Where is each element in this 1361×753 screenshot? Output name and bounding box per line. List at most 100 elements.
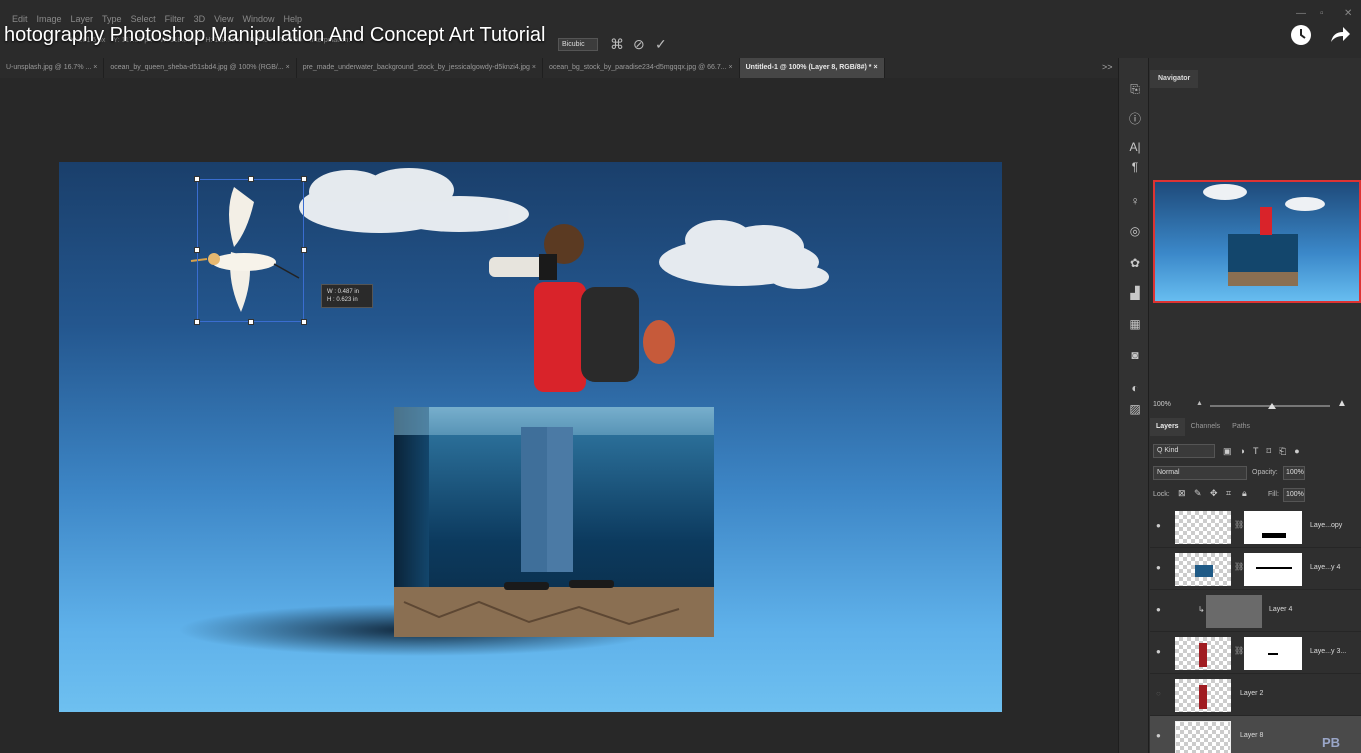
filter-toggle-icon[interactable]: ● (1294, 446, 1299, 456)
tab-ocean-sheba[interactable]: ocean_by_queen_sheba-d51sbd4.jpg @ 100% … (104, 58, 297, 78)
lock-artboard-icon[interactable]: ⌗ (1226, 488, 1231, 499)
menu-select[interactable]: Select (131, 14, 156, 24)
menu-edit[interactable]: Edit (12, 14, 28, 24)
mask-link-icon[interactable]: ⛓︎ (1234, 646, 1244, 655)
shape-filter-icon[interactable]: ⌑ (1266, 446, 1271, 457)
swatches-icon[interactable]: ▦ (1127, 317, 1143, 331)
properties-icon[interactable]: ◙ (1127, 348, 1143, 362)
layer-name[interactable]: Layer 4 (1269, 606, 1292, 613)
watch-later-icon[interactable] (1290, 24, 1312, 46)
visibility-eye-icon[interactable]: ● (1156, 521, 1161, 530)
layer-name[interactable]: Laye...y 4 (1310, 564, 1340, 571)
pixel-filter-icon[interactable]: ▣ (1223, 446, 1232, 457)
color-icon[interactable]: ✿ (1127, 256, 1143, 270)
cancel-icon[interactable]: ⊘ (633, 36, 645, 53)
warp-icon[interactable]: ⌘ (610, 36, 624, 53)
menu-3d[interactable]: 3D (194, 14, 206, 24)
layer-row[interactable]: ● ↳ Layer 4 (1150, 590, 1361, 632)
transform-handle-bc[interactable] (248, 319, 254, 325)
zoom-in-icon[interactable]: ▲ (1337, 398, 1347, 409)
share-icon[interactable] (1329, 24, 1351, 46)
lock-image-icon[interactable]: ✎ (1194, 488, 1202, 499)
maximize-icon[interactable]: ▫ (1320, 8, 1324, 19)
transform-handle-mr[interactable] (301, 247, 307, 253)
commit-icon[interactable]: ✓ (655, 36, 667, 53)
tab-close-icon[interactable]: × (532, 64, 536, 71)
transform-handle-br[interactable] (301, 319, 307, 325)
layer-mask-thumbnail[interactable] (1244, 637, 1302, 670)
layer-mask-thumbnail[interactable] (1244, 511, 1302, 544)
lock-all-icon[interactable]: 🔒︎ (1242, 488, 1247, 499)
history-icon[interactable]: ⎘ (1127, 82, 1143, 97)
tab-channels[interactable]: Channels (1185, 418, 1227, 436)
transform-handle-tc[interactable] (248, 176, 254, 182)
close-icon[interactable]: ✕ (1344, 8, 1352, 19)
transform-bounding-box[interactable] (197, 179, 304, 322)
smart-object-filter-icon[interactable]: ⎗ (1279, 446, 1286, 457)
tab-close-icon[interactable]: × (286, 64, 290, 71)
tab-close-icon[interactable]: × (93, 64, 97, 71)
layer-row[interactable]: ● ⛓︎ Laye...y 4 (1150, 548, 1361, 590)
layer-thumbnail (1206, 595, 1262, 628)
transform-handle-tr[interactable] (301, 176, 307, 182)
brush-preset-icon[interactable]: ♀ (1127, 194, 1143, 208)
layer-row[interactable]: ● ⛓︎ Laye...opy (1150, 506, 1361, 548)
menu-type[interactable]: Type (102, 14, 122, 24)
navigator-preview[interactable] (1153, 180, 1361, 303)
layer-name[interactable]: Layer 8 (1240, 732, 1263, 739)
menu-view[interactable]: View (214, 14, 233, 24)
tab-ocean-bg[interactable]: ocean_bg_stock_by_paradise234-d5mgqqx.jp… (543, 58, 740, 78)
transform-handle-ml[interactable] (194, 247, 200, 253)
interpolation-select[interactable]: Bicubic (558, 38, 598, 51)
adjustment-filter-icon[interactable]: ◑ (1240, 446, 1245, 456)
tab-navigator[interactable]: Navigator (1150, 70, 1199, 88)
menu-window[interactable]: Window (242, 14, 274, 24)
channel-watermark-logo: PB (1322, 735, 1341, 750)
visibility-eye-icon[interactable]: ● (1156, 647, 1161, 656)
minimize-icon[interactable]: — (1296, 8, 1306, 19)
visibility-eye-icon[interactable]: ● (1156, 563, 1161, 572)
type-filter-icon[interactable]: T (1253, 446, 1259, 456)
tab-unsplash[interactable]: U-unsplash.jpg @ 16.7% ... × (0, 58, 105, 78)
tab-overflow-icon[interactable]: >> (1102, 62, 1113, 72)
kind-filter-select[interactable]: Q Kind (1153, 444, 1215, 458)
mask-link-icon[interactable]: ⛓︎ (1234, 562, 1244, 571)
info-icon[interactable]: ⓘ (1127, 110, 1143, 127)
menu-filter[interactable]: Filter (165, 14, 185, 24)
tab-underwater-bg[interactable]: pre_made_underwater_background_stock_by_… (297, 58, 544, 78)
layer-name[interactable]: Layer 2 (1240, 690, 1263, 697)
menu-image[interactable]: Image (37, 14, 62, 24)
layer-row[interactable]: ○ Layer 2 (1150, 674, 1361, 716)
mask-link-icon[interactable]: ⛓︎ (1234, 520, 1244, 529)
adjustments-icon[interactable]: ◐ (1127, 381, 1143, 395)
zoom-out-icon[interactable]: ▲ (1196, 400, 1203, 407)
menu-help[interactable]: Help (283, 14, 302, 24)
fill-field[interactable]: 100% (1283, 488, 1305, 502)
histogram-icon[interactable]: ▟ (1127, 286, 1143, 300)
visibility-eye-icon[interactable]: ● (1156, 605, 1161, 614)
layer-row[interactable]: ● ⛓︎ Laye...y 3... (1150, 632, 1361, 674)
visibility-eye-icon[interactable]: ● (1156, 731, 1161, 740)
zoom-value[interactable]: 100% (1153, 401, 1171, 408)
tab-layers[interactable]: Layers (1150, 418, 1185, 436)
menu-layer[interactable]: Layer (71, 14, 94, 24)
zoom-slider-handle[interactable] (1268, 403, 1276, 409)
transform-handle-tl[interactable] (194, 176, 200, 182)
tab-close-icon[interactable]: × (729, 64, 733, 71)
lock-transparency-icon[interactable]: ⊠ (1178, 488, 1186, 499)
transform-handle-bl[interactable] (194, 319, 200, 325)
libraries-icon[interactable]: ◎ (1127, 224, 1143, 238)
tab-untitled-1[interactable]: Untitled-1 @ 100% (Layer 8, RGB/8#) * × (739, 58, 885, 78)
lock-position-icon[interactable]: ✥ (1210, 488, 1218, 499)
layer-name[interactable]: Laye...opy (1310, 522, 1342, 529)
layer-mask-thumbnail[interactable] (1244, 553, 1302, 586)
paragraph-icon[interactable]: ¶ (1127, 160, 1143, 174)
opacity-field[interactable]: 100% (1283, 466, 1305, 480)
layer-name[interactable]: Laye...y 3... (1310, 648, 1346, 655)
styles-icon[interactable]: ▨ (1127, 402, 1143, 416)
blend-mode-select[interactable]: Normal (1153, 466, 1247, 480)
tab-close-icon[interactable]: × (873, 64, 877, 71)
character-icon[interactable]: A| (1127, 140, 1143, 154)
tab-paths[interactable]: Paths (1226, 418, 1256, 436)
visibility-eye-hidden-icon[interactable]: ○ (1156, 689, 1161, 698)
